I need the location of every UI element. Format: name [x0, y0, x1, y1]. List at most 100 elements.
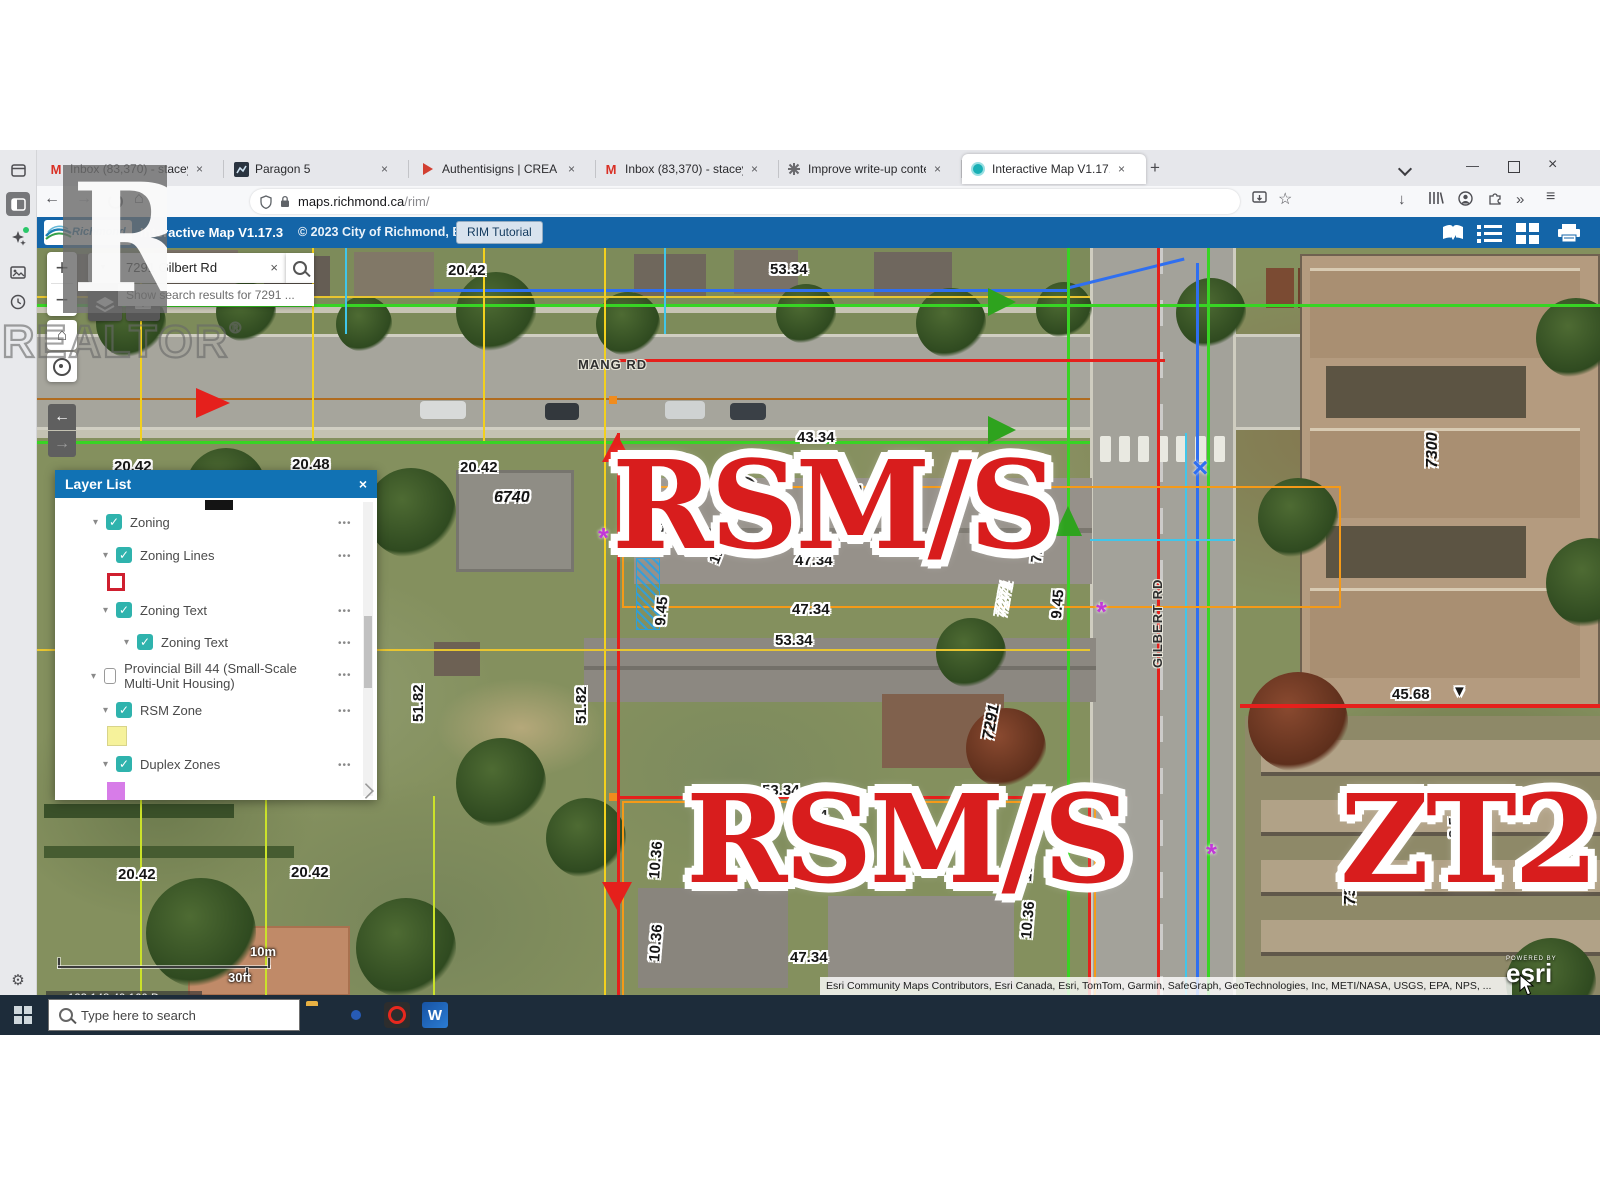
layer-menu-icon[interactable]: ••• — [338, 760, 352, 771]
previous-extent-button[interactable]: ← — [48, 404, 76, 430]
layer-row-zoning[interactable]: ▾ ✓ Zoning — [93, 514, 170, 530]
window-close-button[interactable]: × — [1548, 156, 1557, 174]
tab-overview-icon[interactable] — [6, 158, 30, 182]
list-all-tabs-icon[interactable] — [1400, 162, 1410, 177]
expand-caret-icon[interactable]: ▾ — [103, 759, 108, 770]
layer-checkbox[interactable]: ✓ — [116, 756, 132, 772]
expand-caret-icon[interactable]: ▾ — [103, 550, 108, 561]
tab-writeup[interactable]: Improve write-up content × — [778, 154, 962, 184]
layer-menu-icon[interactable]: ••• — [338, 606, 352, 617]
layer-list-panel: Layer List × ▾ ✓ Zoning ••• ▾ ✓ Zoning L… — [55, 470, 377, 800]
close-panel-icon[interactable]: × — [359, 470, 367, 498]
layer-menu-icon[interactable]: ••• — [338, 551, 352, 562]
my-location-button[interactable] — [47, 352, 77, 382]
tab-authentisigns[interactable]: Authentisigns | CREA WEBForm × — [412, 154, 596, 184]
layer-row-zoning-text-nested[interactable]: ▾ ✓ Zoning Text — [124, 634, 228, 650]
expand-caret-icon[interactable]: ▾ — [91, 671, 96, 682]
zoom-in-button[interactable]: + — [47, 252, 77, 283]
extension-icon[interactable] — [1488, 191, 1503, 208]
minimize-button[interactable]: — — [1466, 158, 1479, 173]
tab-close-icon[interactable]: × — [379, 162, 390, 176]
layer-list-header[interactable]: Layer List × — [55, 470, 377, 498]
zoom-out-button[interactable]: − — [47, 284, 77, 315]
layer-checkbox-unchecked[interactable] — [104, 668, 116, 684]
account-icon[interactable] — [1458, 191, 1473, 209]
home-button[interactable]: ⌂ — [134, 190, 144, 208]
search-source-dropdown[interactable]: ▾ — [88, 253, 118, 283]
tab-close-icon[interactable]: × — [932, 162, 943, 176]
tab-close-icon[interactable]: × — [566, 162, 577, 176]
parcel-number-label: 6740 — [494, 489, 530, 507]
expand-caret-icon[interactable]: ▾ — [103, 705, 108, 716]
expand-caret-icon[interactable]: ▾ — [103, 605, 108, 616]
richmond-logo[interactable]: Richmond — [44, 220, 132, 245]
search-submit-button[interactable] — [286, 253, 314, 283]
layer-checkbox[interactable]: ✓ — [116, 702, 132, 718]
history-clock-icon[interactable] — [6, 290, 30, 314]
zoom-control: + − — [47, 252, 77, 316]
back-button[interactable]: ← — [44, 190, 60, 208]
panel-scrollbar[interactable] — [363, 502, 373, 796]
windows-logo-icon — [14, 1006, 32, 1024]
tab-interactive-map-active[interactable]: Interactive Map V1.17.3 × — [962, 154, 1146, 184]
tab-close-icon[interactable]: × — [749, 162, 760, 176]
layer-menu-icon[interactable]: ••• — [338, 638, 352, 649]
locate-icon — [53, 358, 71, 376]
status-dot — [23, 227, 29, 233]
layers-icon — [95, 296, 115, 314]
new-tab-button[interactable]: + — [1150, 158, 1160, 178]
ai-chat-icon[interactable] — [6, 226, 30, 250]
zoning-designation-label: RSM/S — [612, 448, 1054, 564]
bookmark-star-icon[interactable]: ☆ — [1278, 189, 1292, 209]
expand-caret-icon[interactable]: ▾ — [93, 517, 98, 528]
print-icon[interactable] — [1556, 223, 1582, 242]
rim-tutorial-button[interactable]: RIM Tutorial — [456, 221, 543, 244]
scrollbar-thumb[interactable] — [364, 616, 372, 688]
overflow-menu-icon[interactable]: » — [1516, 191, 1524, 208]
sidebar-panel-icon[interactable] — [6, 192, 30, 216]
start-button[interactable] — [0, 995, 48, 1035]
tab-inbox-2[interactable]: M Inbox (83,370) - stacey6048364 × — [595, 154, 779, 184]
map-search-input[interactable]: 7291 Gilbert Rd × — [118, 253, 286, 283]
layer-checkbox[interactable]: ✓ — [106, 514, 122, 530]
save-page-icon[interactable] — [1252, 191, 1267, 208]
sidebar-settings-gear-icon[interactable]: ⚙ — [6, 968, 30, 992]
layer-menu-icon[interactable]: ••• — [338, 518, 352, 529]
acrobat-button[interactable] — [384, 1002, 410, 1028]
default-extent-button[interactable]: ⌂ — [47, 320, 77, 350]
layer-row-bill44[interactable]: ▾ Provincial Bill 44 (Small-Scale Multi-… — [91, 661, 331, 691]
layer-checkbox[interactable]: ✓ — [137, 634, 153, 650]
legend-swatch-partial — [205, 500, 233, 510]
word-button[interactable]: W — [422, 1002, 448, 1028]
clear-search-icon[interactable]: × — [270, 260, 278, 275]
layer-row-zoning-lines[interactable]: ▾ ✓ Zoning Lines — [103, 547, 214, 563]
layer-menu-icon[interactable]: ••• — [338, 670, 352, 681]
next-extent-button[interactable]: → — [48, 431, 76, 457]
downloads-icon[interactable]: ↓ — [1398, 191, 1406, 208]
taskbar-search-box[interactable]: Type here to search — [48, 999, 300, 1031]
layer-checkbox[interactable]: ✓ — [116, 602, 132, 618]
tab-paragon[interactable]: Paragon 5 × — [225, 154, 409, 184]
app-menu-icon[interactable]: ≡ — [1546, 188, 1555, 206]
vertex-dot — [609, 793, 617, 801]
basemap-grid-icon[interactable] — [1516, 223, 1542, 242]
search-suggestion[interactable]: Show search results for 7291 ... — [118, 284, 314, 306]
library-icon[interactable] — [1428, 191, 1444, 208]
layer-row-rsm-zone[interactable]: ▾ ✓ RSM Zone — [103, 702, 202, 718]
restore-button[interactable] — [1508, 161, 1520, 176]
layer-checkbox[interactable]: ✓ — [116, 547, 132, 563]
forward-button[interactable]: → — [76, 190, 92, 208]
expand-caret-icon[interactable]: ▾ — [124, 637, 129, 648]
tab-close-icon[interactable]: × — [1116, 162, 1127, 176]
reload-button[interactable] — [108, 194, 123, 209]
bookmarks-icon[interactable] — [1440, 223, 1466, 242]
layer-row-zoning-text[interactable]: ▾ ✓ Zoning Text — [103, 602, 207, 618]
layer-menu-icon[interactable]: ••• — [338, 706, 352, 717]
layers-button[interactable] — [88, 288, 122, 321]
tab-close-icon[interactable]: × — [194, 162, 205, 176]
layer-row-duplex-zones[interactable]: ▾ ✓ Duplex Zones — [103, 756, 220, 772]
legend-list-icon[interactable] — [1477, 223, 1503, 242]
tab-inbox-1[interactable]: M Inbox (83,370) - stacey6048364 × — [40, 154, 224, 184]
screenshot-icon[interactable] — [6, 260, 30, 284]
url-bar[interactable]: maps.richmond.ca/rim/ — [250, 189, 1240, 214]
